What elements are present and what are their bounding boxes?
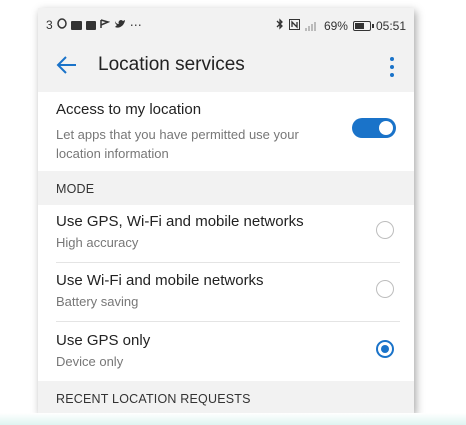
phone-screen: 3 ⋯ 69% 05:51 Location services Access t… (38, 8, 414, 413)
nfc-icon (288, 18, 300, 33)
more-notifications-icon: ⋯ (129, 18, 142, 32)
mail-icon (85, 20, 96, 30)
status-bar: 3 ⋯ 69% 05:51 (38, 8, 414, 42)
news-app-icon (70, 20, 82, 30)
back-arrow-icon[interactable] (56, 55, 78, 80)
status-time: 05:51 (375, 18, 406, 33)
mode-option-subtitle: High accuracy (56, 235, 139, 250)
mode-option-battery-saving[interactable]: Use Wi-Fi and mobile networks Battery sa… (38, 263, 414, 322)
mode-section-label: MODE (56, 182, 95, 196)
access-location-row[interactable]: Access to my location Let apps that you … (38, 92, 414, 171)
mode-option-high-accuracy[interactable]: Use GPS, Wi-Fi and mobile networks High … (38, 205, 414, 263)
toolbar: Location services (38, 42, 414, 92)
radio-battery-saving[interactable] (376, 280, 394, 298)
flag-icon (99, 18, 110, 32)
access-location-description-1: Let apps that you have permitted use you… (56, 127, 299, 142)
signal-icon (304, 21, 319, 31)
notification-icon (56, 18, 67, 32)
access-location-toggle[interactable] (352, 118, 396, 138)
battery-icon (352, 20, 374, 31)
battery-percent: 69% (323, 18, 348, 33)
toggle-knob (379, 121, 393, 135)
twitter-icon (114, 18, 126, 32)
access-location-title: Access to my location (56, 101, 202, 118)
bluetooth-icon (276, 18, 284, 33)
mode-option-title: Use Wi-Fi and mobile networks (56, 272, 264, 289)
radio-high-accuracy[interactable] (376, 221, 394, 239)
mode-option-title: Use GPS only (56, 332, 151, 349)
more-options-icon[interactable] (380, 54, 404, 80)
mode-option-subtitle: Device only (56, 354, 124, 369)
radio-device-only[interactable] (376, 340, 394, 358)
recent-requests-section-label: RECENT LOCATION REQUESTS (56, 392, 251, 406)
mode-option-subtitle: Battery saving (56, 294, 139, 309)
status-left-text: 3 (46, 18, 53, 32)
access-location-description-2: location information (56, 146, 169, 161)
page-title: Location services (98, 54, 245, 75)
mode-section-header: MODE (38, 171, 414, 205)
recent-requests-section-header: RECENT LOCATION REQUESTS (38, 381, 414, 413)
background-strip (0, 413, 466, 425)
mode-option-device-only[interactable]: Use GPS only Device only (38, 322, 414, 381)
mode-option-title: Use GPS, Wi-Fi and mobile networks (56, 213, 304, 230)
